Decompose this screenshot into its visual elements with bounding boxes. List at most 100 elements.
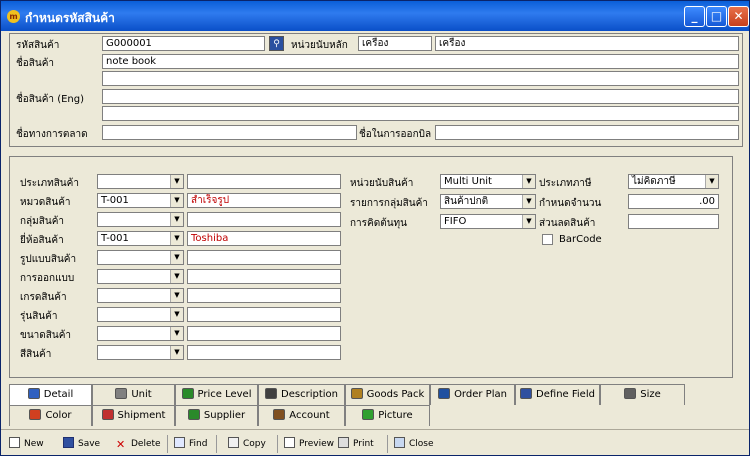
- cost-method-label: การคิดต้นทุน: [350, 218, 407, 229]
- tab-supplier[interactable]: Supplier: [175, 405, 258, 426]
- product-code-input[interactable]: G000001: [102, 36, 265, 51]
- tab-description[interactable]: Description: [258, 384, 345, 405]
- minimize-icon: _: [691, 9, 698, 23]
- toolbar-separator: [387, 435, 388, 453]
- detail-code-select[interactable]: ▼: [97, 326, 184, 341]
- discount-input[interactable]: [628, 214, 719, 229]
- color-icon: [29, 409, 42, 420]
- goods-pack-icon: [350, 388, 363, 399]
- toolbar-separator: [277, 435, 278, 453]
- chevron-down-icon[interactable]: ▼: [170, 346, 183, 359]
- tab-shipment[interactable]: Shipment: [92, 405, 175, 426]
- tab-price-level[interactable]: Price Level: [175, 384, 258, 405]
- market-name-input[interactable]: [102, 125, 357, 140]
- unit-type-label: หน่วยนับสินค้า: [350, 178, 414, 189]
- chevron-down-icon[interactable]: ▼: [522, 195, 535, 208]
- tab-define-field[interactable]: Define Field: [515, 384, 600, 405]
- new-icon: [9, 437, 20, 448]
- cost-method-select[interactable]: FIFO ▼: [440, 214, 536, 229]
- chevron-down-icon[interactable]: ▼: [170, 289, 183, 302]
- save-button[interactable]: Save: [63, 433, 100, 455]
- app-icon: m: [7, 10, 20, 23]
- chevron-down-icon[interactable]: ▼: [170, 213, 183, 226]
- supplier-icon: [187, 409, 200, 420]
- bill-name-input[interactable]: [435, 125, 739, 140]
- shipment-icon: [101, 409, 114, 420]
- find-icon: [174, 437, 185, 448]
- preview-icon: [284, 437, 295, 448]
- detail-desc-field: [187, 345, 341, 360]
- chevron-down-icon[interactable]: ▼: [170, 270, 183, 283]
- detail-code-select[interactable]: ▼: [97, 288, 184, 303]
- chevron-down-icon[interactable]: ▼: [170, 194, 183, 207]
- unit-icon: [115, 388, 128, 399]
- product-name-eng-input-2[interactable]: [102, 106, 739, 121]
- delete-button[interactable]: ✕ Delete: [116, 433, 161, 455]
- tab-goods-pack[interactable]: Goods Pack: [345, 384, 430, 405]
- tab-account[interactable]: Account: [258, 405, 345, 426]
- close-button[interactable]: Close: [394, 433, 434, 455]
- tab-color[interactable]: Color: [9, 405, 92, 426]
- tab-size[interactable]: Size: [600, 384, 685, 405]
- detail-field-label: กลุ่มสินค้า: [20, 216, 65, 227]
- quantity-label: กำหนดจำนวน: [539, 198, 602, 209]
- main-unit-code-input[interactable]: เครื่อง: [358, 36, 432, 51]
- detail-desc-field: [187, 307, 341, 322]
- detail-desc-field: [187, 250, 341, 265]
- chevron-down-icon[interactable]: ▼: [170, 308, 183, 321]
- save-icon: [63, 437, 74, 448]
- preview-button[interactable]: Preview: [284, 433, 334, 455]
- chevron-down-icon[interactable]: ▼: [522, 175, 535, 188]
- tab-detail[interactable]: Detail: [9, 384, 92, 405]
- detail-field-label: รูปแบบสินค้า: [20, 254, 77, 265]
- main-unit-name-input[interactable]: เครื่อง: [435, 36, 739, 51]
- maximize-button[interactable]: □: [706, 6, 727, 27]
- detail-field-label: เกรดสินค้า: [20, 292, 67, 303]
- tab-picture[interactable]: Picture: [345, 405, 430, 426]
- window-title: กำหนดรหัสสินค้า: [25, 11, 115, 25]
- group-list-select[interactable]: สินค้าปกติ ▼: [440, 194, 536, 209]
- unit-type-select[interactable]: Multi Unit ▼: [440, 174, 536, 189]
- tax-type-select[interactable]: ไม่คิดภาษี ▼: [628, 174, 719, 189]
- product-name-input[interactable]: note book: [102, 54, 739, 69]
- chevron-down-icon[interactable]: ▼: [170, 327, 183, 340]
- market-name-label: ชื่อทางการตลาด: [16, 129, 88, 140]
- detail-code-select[interactable]: ▼: [97, 174, 184, 189]
- print-button[interactable]: Print: [338, 433, 374, 455]
- define-field-icon: [520, 388, 533, 399]
- search-code-button[interactable]: ⚲: [269, 36, 284, 51]
- minimize-button[interactable]: _: [684, 6, 705, 27]
- main-unit-label: หน่วยนับหลัก: [291, 40, 348, 51]
- chevron-down-icon[interactable]: ▼: [170, 175, 183, 188]
- chevron-down-icon[interactable]: ▼: [170, 251, 183, 264]
- product-name-label: ชื่อสินค้า: [16, 58, 55, 69]
- picture-icon: [362, 409, 375, 420]
- tab-order-plan[interactable]: Order Plan: [430, 384, 515, 405]
- chevron-down-icon[interactable]: ▼: [522, 215, 535, 228]
- detail-code-select[interactable]: ▼: [97, 269, 184, 284]
- tab-unit[interactable]: Unit: [92, 384, 175, 405]
- product-name-input-2[interactable]: [102, 71, 739, 86]
- chevron-down-icon[interactable]: ▼: [705, 175, 718, 188]
- detail-desc-field: สำเร็จรูป: [187, 193, 341, 208]
- detail-code-select[interactable]: ▼: [97, 250, 184, 265]
- title-bar[interactable]: m กำหนดรหัสสินค้า _ □ ✕: [1, 1, 749, 31]
- copy-icon: [228, 437, 239, 448]
- close-window-button[interactable]: ✕: [728, 6, 749, 27]
- quantity-input[interactable]: .00: [628, 194, 719, 209]
- product-name-eng-input[interactable]: [102, 89, 739, 104]
- detail-code-select[interactable]: ▼: [97, 212, 184, 227]
- detail-code-select[interactable]: ▼: [97, 345, 184, 360]
- chevron-down-icon[interactable]: ▼: [170, 232, 183, 245]
- new-button[interactable]: New: [9, 433, 44, 455]
- find-button[interactable]: Find: [174, 433, 207, 455]
- copy-button[interactable]: Copy: [228, 433, 266, 455]
- detail-field-label: ขนาดสินค้า: [20, 330, 72, 341]
- detail-code-select[interactable]: ▼: [97, 307, 184, 322]
- detail-code-select[interactable]: T-001 ▼: [97, 231, 184, 246]
- bill-name-label: ชื่อในการออกบิล: [359, 129, 432, 140]
- detail-field-label: ประเภทสินค้า: [20, 178, 79, 189]
- detail-code-select[interactable]: T-001 ▼: [97, 193, 184, 208]
- detail-field-label: สีสินค้า: [20, 349, 52, 360]
- barcode-checkbox[interactable]: [542, 234, 553, 245]
